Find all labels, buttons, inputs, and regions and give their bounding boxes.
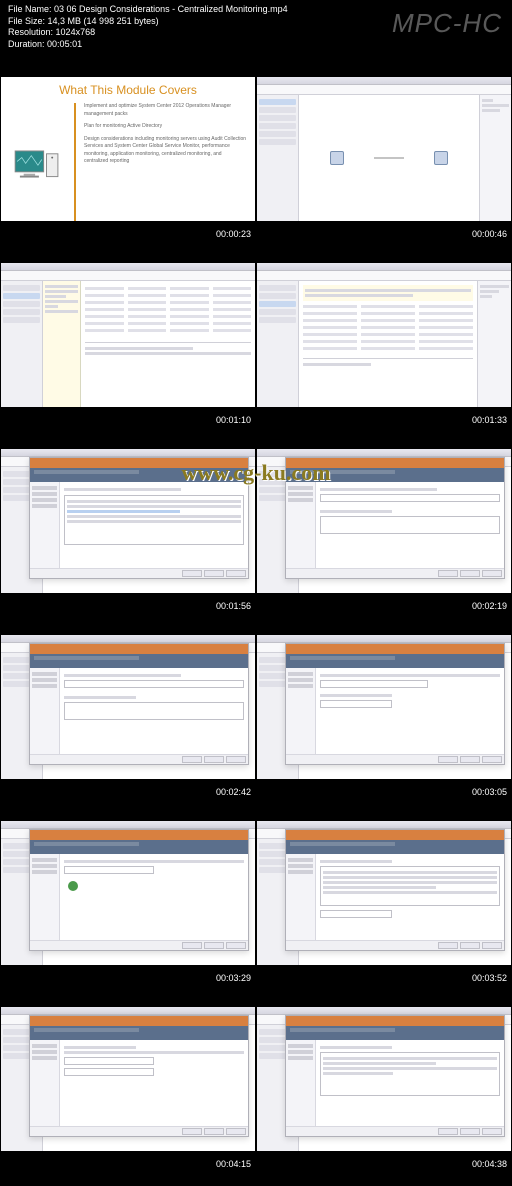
wizard-dialog xyxy=(29,643,249,765)
filesize-label: File Size: xyxy=(8,16,45,26)
thumb-timestamp: 00:00:23 xyxy=(216,229,251,239)
slide-bullet: Plan for monitoring Active Directory xyxy=(84,123,247,131)
filesize-value: 14,3 MB (14 998 251 bytes) xyxy=(48,16,159,26)
filename-label: File Name: xyxy=(8,4,52,14)
thumb-timestamp: 00:01:10 xyxy=(216,415,251,425)
thumb-timestamp: 00:01:33 xyxy=(472,415,507,425)
slide-bullet: Design considerations including monitori… xyxy=(84,136,247,166)
info-header: File Name: 03 06 Design Considerations -… xyxy=(0,0,512,56)
wizard-dialog xyxy=(285,643,505,765)
thumb-timestamp: 00:02:42 xyxy=(216,787,251,797)
app-logo: MPC-HC xyxy=(392,8,502,39)
check-icon xyxy=(68,881,78,891)
duration-value: 00:05:01 xyxy=(47,39,82,49)
thumb-timestamp: 00:03:29 xyxy=(216,973,251,983)
thumb-timestamp: 00:03:52 xyxy=(472,973,507,983)
resolution-label: Resolution: xyxy=(8,27,53,37)
thumb-timestamp: 00:01:56 xyxy=(216,601,251,611)
thumbnail[interactable]: 00:03:52 xyxy=(257,801,511,985)
topology-graph xyxy=(303,99,475,217)
thumbnail[interactable]: 00:01:33 xyxy=(257,243,511,427)
duration-label: Duration: xyxy=(8,39,45,49)
thumbnail[interactable]: 00:02:42 xyxy=(1,615,255,799)
wizard-dialog xyxy=(29,829,249,951)
wizard-dialog xyxy=(29,457,249,579)
thumb-timestamp: 00:00:46 xyxy=(472,229,507,239)
monitor-icon xyxy=(13,150,61,188)
thumb-timestamp: 00:03:05 xyxy=(472,787,507,797)
thumbnail[interactable]: 00:04:38 xyxy=(257,987,511,1171)
slide-title: What This Module Covers xyxy=(9,83,247,97)
thumbnail[interactable]: 00:00:46 xyxy=(257,57,511,241)
thumb-timestamp: 00:04:38 xyxy=(472,1159,507,1169)
thumbnail[interactable]: 00:01:10 xyxy=(1,243,255,427)
slide-bullet: Implement and optimize System Center 201… xyxy=(84,103,247,118)
thumb-timestamp: 00:02:19 xyxy=(472,601,507,611)
wizard-dialog xyxy=(29,1015,249,1137)
wizard-dialog xyxy=(285,1015,505,1137)
thumbnail[interactable]: What This Module Covers Implem xyxy=(1,57,255,241)
thumbnail-grid: What This Module Covers Implem xyxy=(0,56,512,1172)
thumbnail[interactable]: 00:03:05 xyxy=(257,615,511,799)
thumbnail[interactable]: 00:03:29 xyxy=(1,801,255,985)
thumb-timestamp: 00:04:15 xyxy=(216,1159,251,1169)
wizard-dialog xyxy=(285,829,505,951)
thumbnail[interactable]: 00:01:56 xyxy=(1,429,255,613)
filename-value: 03 06 Design Considerations - Centralize… xyxy=(54,4,288,14)
thumbnail[interactable]: 00:02:19 xyxy=(257,429,511,613)
thumbnail[interactable]: 00:04:15 xyxy=(1,987,255,1171)
wizard-dialog xyxy=(285,457,505,579)
resolution-value: 1024x768 xyxy=(56,27,96,37)
